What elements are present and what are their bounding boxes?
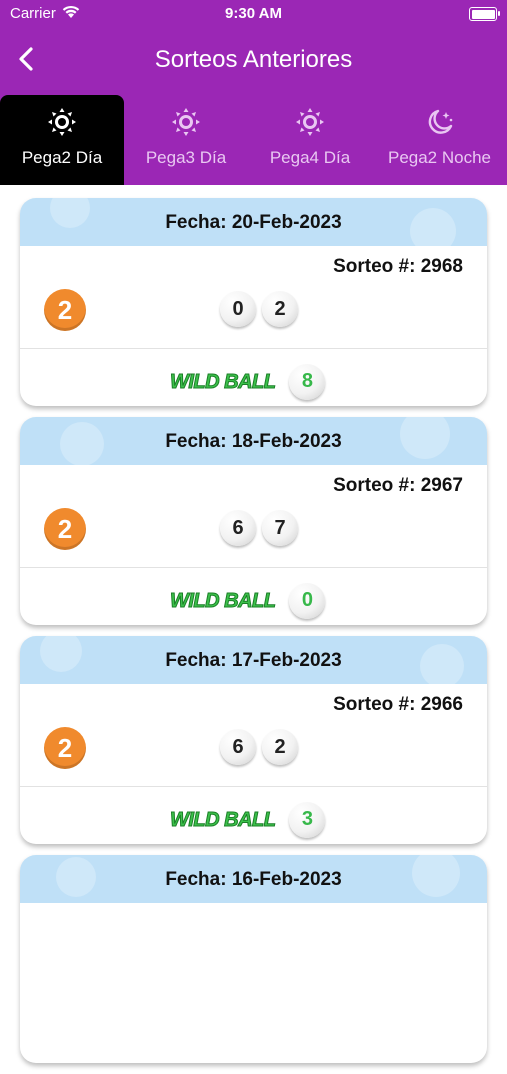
- battery-icon: [469, 7, 500, 21]
- draw-number: Sorteo #: 2968: [333, 256, 463, 277]
- draw-card[interactable]: Fecha: 18-Feb-2023 Sorteo #: 2967 2 6 7 …: [20, 417, 487, 625]
- draw-number: Sorteo #: 2966: [333, 694, 463, 715]
- tab-pega2-noche[interactable]: Pega2 Noche: [372, 95, 507, 185]
- card-header: Fecha: 18-Feb-2023: [20, 417, 487, 465]
- app-header: Carrier 9:30 AM Sorteos Anteriores Pega2…: [0, 0, 507, 185]
- sun-icon: [124, 107, 248, 137]
- wild-ball-label: WILD BALL: [169, 589, 276, 612]
- game-badge: 2: [44, 289, 86, 331]
- tab-label: Pega2 Noche: [387, 148, 492, 167]
- sun-icon: [0, 107, 124, 137]
- card-header: Fecha: 16-Feb-2023: [20, 855, 487, 903]
- wild-ball-row: WILD BALL 8: [169, 364, 326, 400]
- draw-date: Fecha: 18-Feb-2023: [165, 431, 342, 452]
- tab-label: Pega3 Día: [145, 148, 227, 167]
- card-header: Fecha: 17-Feb-2023: [20, 636, 487, 684]
- tab-label: Pega2 Día: [21, 148, 103, 167]
- moon-stars-icon: [372, 107, 507, 137]
- wild-ball-number: 3: [289, 802, 326, 838]
- result-balls: 6 7: [220, 510, 298, 546]
- result-balls: 0 2: [220, 291, 298, 327]
- wild-ball-number: 8: [289, 364, 326, 400]
- draw-number: Sorteo #: 2967: [333, 475, 463, 496]
- result-ball: 0: [220, 291, 256, 327]
- wild-ball-label: WILD BALL: [169, 808, 276, 831]
- draw-card[interactable]: Fecha: 16-Feb-2023: [20, 855, 487, 1063]
- draw-date: Fecha: 17-Feb-2023: [165, 650, 342, 671]
- wild-ball-row: WILD BALL 3: [169, 802, 326, 838]
- tab-pega4-dia[interactable]: Pega4 Día: [248, 95, 372, 185]
- wild-ball-number: 0: [289, 583, 326, 619]
- divider: [20, 567, 487, 568]
- result-ball: 7: [262, 510, 298, 546]
- divider: [20, 786, 487, 787]
- result-ball: 6: [220, 510, 256, 546]
- status-bar: Carrier 9:30 AM: [0, 0, 507, 28]
- status-time: 9:30 AM: [225, 5, 282, 22]
- wild-ball-row: WILD BALL 0: [169, 583, 326, 619]
- draw-list[interactable]: Fecha: 20-Feb-2023 Sorteo #: 2968 2 0 2 …: [20, 198, 487, 1074]
- wild-ball-label: WILD BALL: [169, 370, 276, 393]
- game-badge: 2: [44, 727, 86, 769]
- result-balls: 6 2: [220, 729, 298, 765]
- divider: [20, 348, 487, 349]
- game-badge: 2: [44, 508, 86, 550]
- draw-date: Fecha: 20-Feb-2023: [165, 212, 342, 233]
- draw-date: Fecha: 16-Feb-2023: [165, 869, 342, 890]
- nav-bar: Sorteos Anteriores: [0, 40, 507, 80]
- tab-bar: Pega2 Día Pega3 Día Pega4 Día Pega2 Noch…: [0, 95, 507, 185]
- tab-pega3-dia[interactable]: Pega3 Día: [124, 95, 248, 185]
- draw-card[interactable]: Fecha: 20-Feb-2023 Sorteo #: 2968 2 0 2 …: [20, 198, 487, 406]
- tab-pega2-dia[interactable]: Pega2 Día: [0, 95, 124, 185]
- sun-icon: [248, 107, 372, 137]
- tab-label: Pega4 Día: [269, 148, 351, 167]
- result-ball: 2: [262, 729, 298, 765]
- draw-card[interactable]: Fecha: 17-Feb-2023 Sorteo #: 2966 2 6 2 …: [20, 636, 487, 844]
- result-ball: 6: [220, 729, 256, 765]
- page-title: Sorteos Anteriores: [154, 46, 353, 73]
- result-ball: 2: [262, 291, 298, 327]
- card-header: Fecha: 20-Feb-2023: [20, 198, 487, 246]
